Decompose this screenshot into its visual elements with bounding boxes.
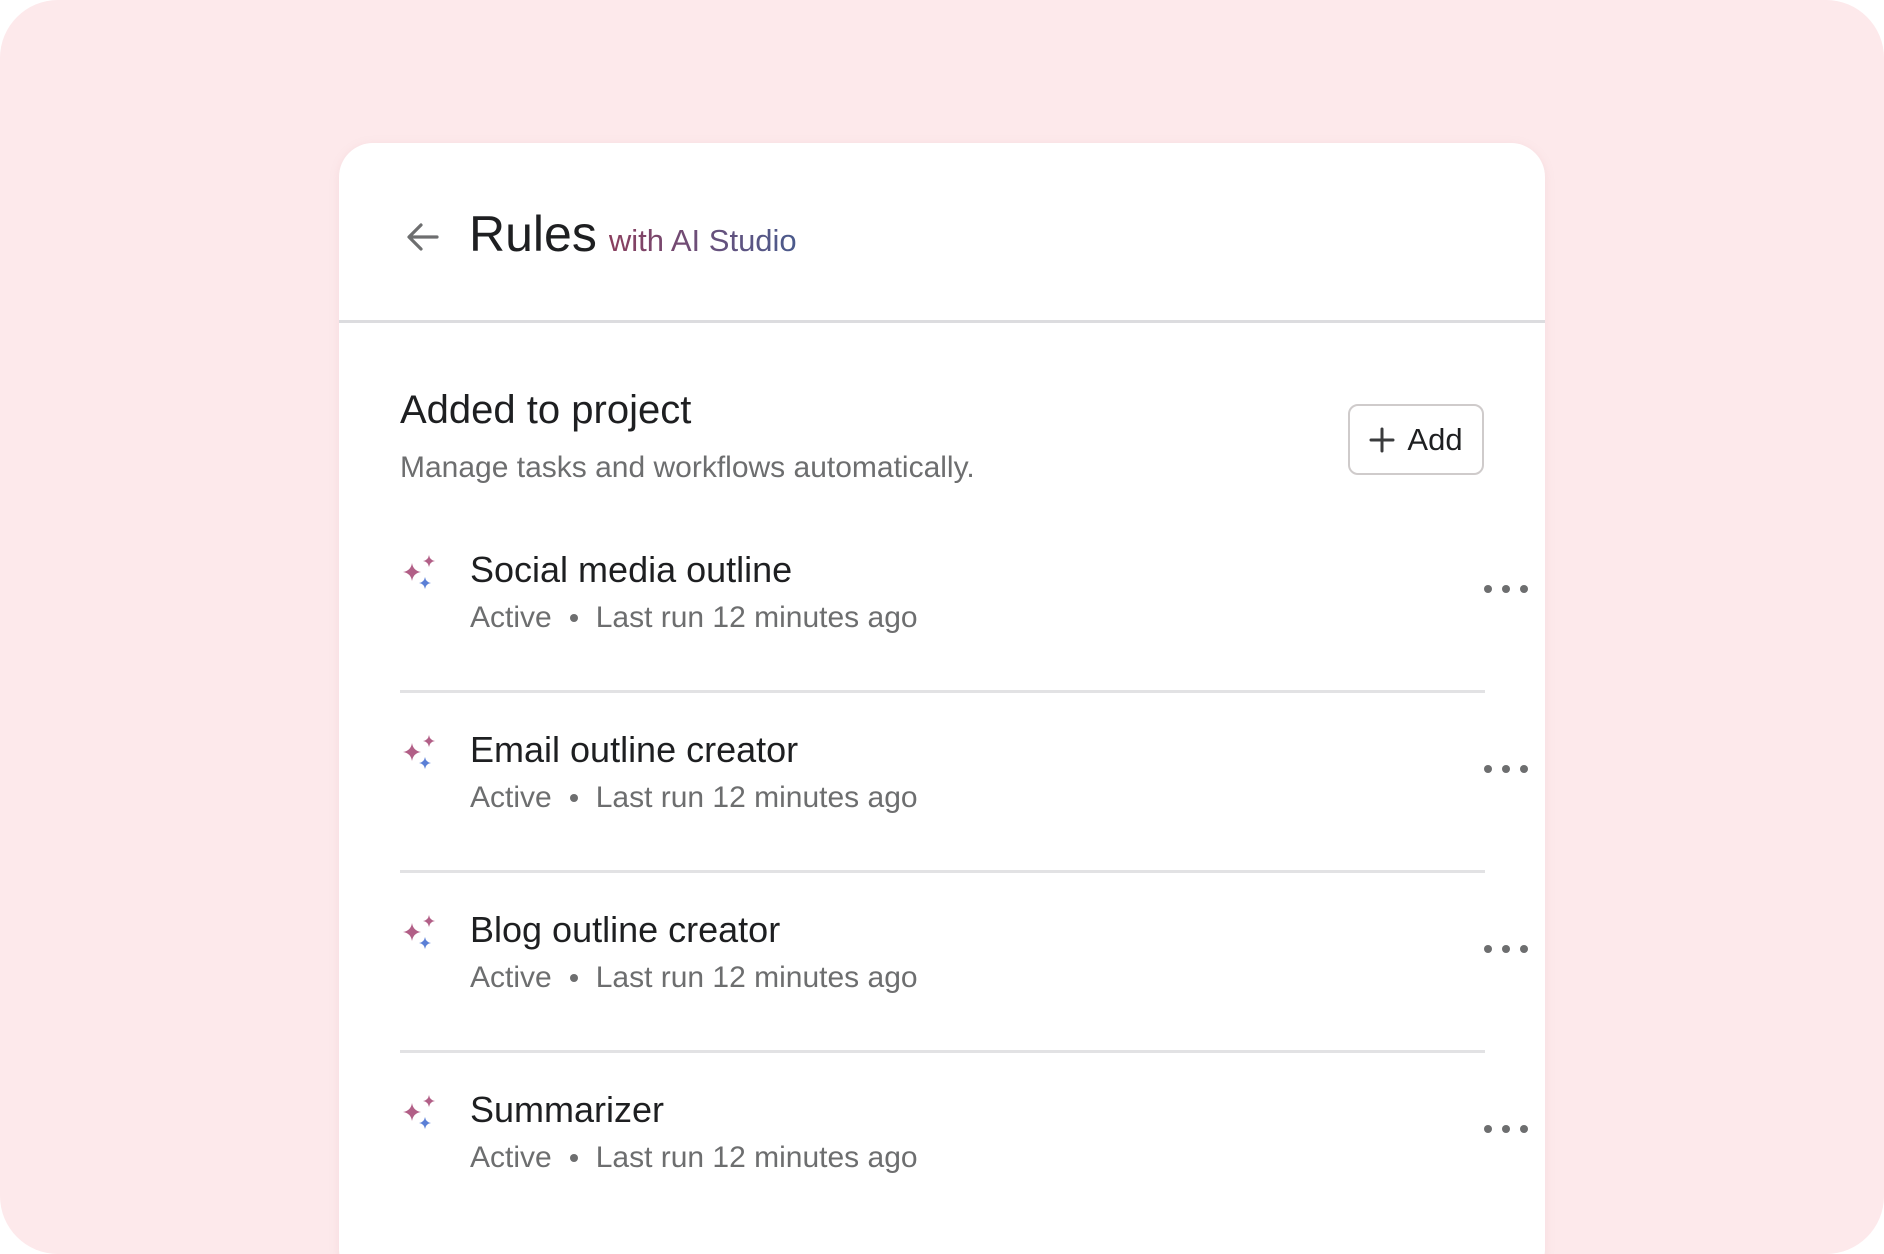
- sparkle-icon: [403, 735, 435, 769]
- more-horizontal-icon: [1484, 1125, 1528, 1133]
- rule-last-run: Last run 12 minutes ago: [595, 781, 918, 814]
- rule-status: Active: [470, 601, 552, 634]
- back-button[interactable]: [399, 213, 447, 261]
- sparkle-icon: [403, 915, 435, 949]
- rule-name: Summarizer: [470, 1089, 665, 1130]
- rule-meta: Active Last run 12 minutes ago: [470, 1141, 918, 1175]
- rule-status: Active: [470, 961, 552, 994]
- rule-name: Social media outline: [470, 549, 793, 590]
- rule-item[interactable]: Summarizer Active Last run 12 minutes ag…: [400, 1053, 1528, 1233]
- rule-item[interactable]: Email outline creator Active Last run 12…: [400, 693, 1528, 873]
- page-title-group: Rules with AI Studio: [469, 205, 797, 263]
- separator-dot: [569, 974, 578, 982]
- sparkle-icon: [403, 1095, 435, 1129]
- more-horizontal-icon: [1484, 585, 1528, 593]
- separator-dot: [569, 1154, 578, 1162]
- more-options-button[interactable]: [1478, 929, 1534, 969]
- rule-meta: Active Last run 12 minutes ago: [470, 601, 918, 635]
- rule-item[interactable]: Social media outline Active Last run 12 …: [400, 513, 1528, 693]
- rule-item[interactable]: Blog outline creator Active Last run 12 …: [400, 873, 1528, 1053]
- page-title: Rules: [469, 206, 597, 262]
- separator-dot: [569, 794, 578, 802]
- rule-last-run: Last run 12 minutes ago: [595, 1141, 918, 1174]
- plus-icon: [1369, 427, 1395, 452]
- arrow-left-icon: [407, 223, 439, 251]
- rule-meta: Active Last run 12 minutes ago: [470, 961, 918, 995]
- rules-panel: Rules with AI Studio Added to project Ma…: [339, 143, 1545, 1254]
- more-options-button[interactable]: [1478, 1109, 1534, 1149]
- page-background: Rules with AI Studio Added to project Ma…: [0, 0, 1884, 1254]
- rule-status: Active: [470, 1141, 552, 1174]
- more-options-button[interactable]: [1478, 749, 1534, 789]
- rule-last-run: Last run 12 minutes ago: [595, 601, 918, 634]
- panel-header: Rules with AI Studio: [339, 143, 1545, 323]
- page-subtitle: with AI Studio: [608, 223, 797, 258]
- rule-name: Blog outline creator: [470, 909, 781, 950]
- section-title: Added to project: [400, 388, 692, 432]
- more-horizontal-icon: [1484, 945, 1528, 953]
- rule-name: Email outline creator: [470, 729, 799, 770]
- add-rule-button[interactable]: Add: [1348, 404, 1484, 475]
- separator-dot: [569, 614, 578, 622]
- sparkle-icon: [403, 555, 435, 589]
- more-options-button[interactable]: [1478, 569, 1534, 609]
- section-description: Manage tasks and workflows automatically…: [400, 451, 975, 484]
- add-button-label: Add: [1407, 421, 1463, 457]
- more-horizontal-icon: [1484, 765, 1528, 773]
- rule-last-run: Last run 12 minutes ago: [595, 961, 918, 994]
- rule-status: Active: [470, 781, 552, 814]
- rule-meta: Active Last run 12 minutes ago: [470, 781, 918, 815]
